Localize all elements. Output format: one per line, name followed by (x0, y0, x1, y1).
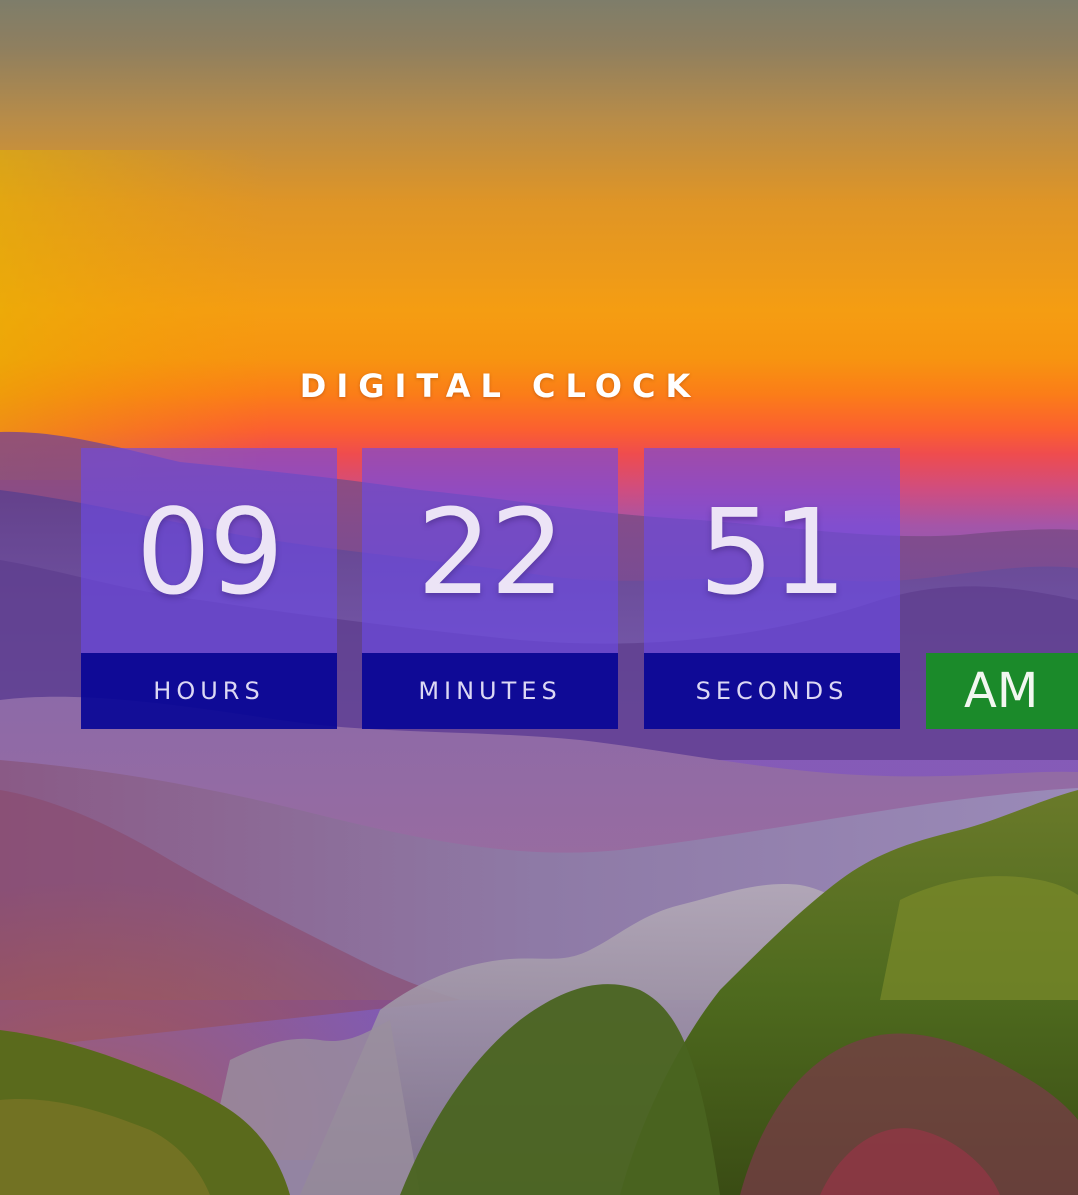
minutes-label-box: MINUTES (362, 653, 618, 729)
seconds-value-box: 51 (644, 448, 900, 653)
seconds-label-box: SECONDS (644, 653, 900, 729)
seconds-label: SECONDS (695, 677, 849, 705)
am-pm-indicator: AM (926, 653, 1078, 729)
hours-label-box: HOURS (81, 653, 337, 729)
minutes-card: 22 MINUTES (362, 448, 618, 729)
hours-label: HOURS (153, 677, 265, 705)
hours-value: 09 (135, 482, 284, 621)
minutes-value: 22 (416, 482, 565, 621)
minutes-value-box: 22 (362, 448, 618, 653)
clock-title: DIGITAL CLOCK (299, 367, 701, 405)
hours-value-box: 09 (81, 448, 337, 653)
am-pm-label: AM (964, 663, 1039, 719)
seconds-value: 51 (698, 482, 847, 621)
minutes-label: MINUTES (418, 677, 562, 705)
seconds-card: 51 SECONDS (644, 448, 900, 729)
hours-card: 09 HOURS (81, 448, 337, 729)
